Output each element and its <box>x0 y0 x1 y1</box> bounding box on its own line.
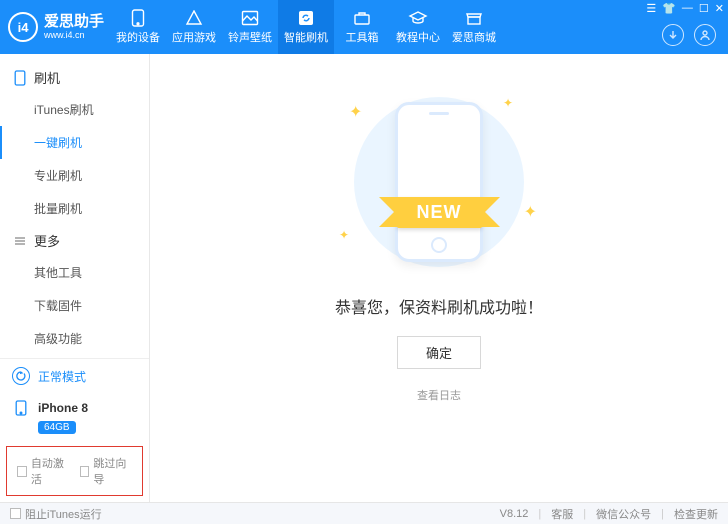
brand-url: www.i4.cn <box>44 31 104 40</box>
phone-outline-icon <box>12 70 28 86</box>
main-panel: ✦ ✦ ✦ ✦ NEW 恭喜您，保资料刷机成功啦！ 确定 查看日志 <box>150 54 728 502</box>
group-title: 更多 <box>34 231 60 250</box>
menu-icon[interactable]: ☰ <box>646 2 656 15</box>
nav-apps[interactable]: 应用游戏 <box>166 0 222 54</box>
title-bar: i4 爱思助手 www.i4.cn 我的设备 应用游戏 铃声壁纸 智能刷机 工具… <box>0 0 728 54</box>
sidebar-item-advanced[interactable]: 高级功能 <box>0 322 149 355</box>
block-itunes-checkbox[interactable]: 阻止iTunes运行 <box>10 506 102 522</box>
sidebar-item-download-fw[interactable]: 下载固件 <box>0 289 149 322</box>
nav-label: 智能刷机 <box>284 29 328 45</box>
nav-ringtones[interactable]: 铃声壁纸 <box>222 0 278 54</box>
checkbox-label: 自动激活 <box>31 455 70 487</box>
phone-illustration <box>395 102 483 262</box>
sidebar-item-pro-flash[interactable]: 专业刷机 <box>0 159 149 192</box>
device-row[interactable]: iPhone 8 <box>0 393 149 419</box>
brand-name: 爱思助手 <box>44 14 104 31</box>
sparkle-icon: ✦ <box>339 228 349 242</box>
image-icon <box>240 9 260 27</box>
nav-tools[interactable]: 工具箱 <box>334 0 390 54</box>
nav-label: 工具箱 <box>346 29 379 45</box>
new-ribbon: NEW <box>397 197 482 228</box>
refresh-icon <box>296 9 316 27</box>
view-log-link[interactable]: 查看日志 <box>417 387 461 403</box>
wechat-link[interactable]: 微信公众号 <box>596 506 651 522</box>
group-title: 刷机 <box>34 68 60 87</box>
nav-label: 我的设备 <box>116 29 160 45</box>
maximize-icon[interactable]: ☐ <box>699 2 709 15</box>
store-icon <box>464 9 484 27</box>
sidebar-item-batch-flash[interactable]: 批量刷机 <box>0 192 149 225</box>
download-button[interactable] <box>662 24 684 46</box>
success-headline: 恭喜您，保资料刷机成功啦！ <box>335 294 543 318</box>
storage-badge: 64GB <box>38 421 76 434</box>
bottom-options: 自动激活 跳过向导 <box>6 446 143 496</box>
check-update-link[interactable]: 检查更新 <box>674 506 718 522</box>
graduation-icon <box>408 9 428 27</box>
checkbox-label: 跳过向导 <box>93 455 132 487</box>
nav-flash[interactable]: 智能刷机 <box>278 0 334 54</box>
device-phone-icon <box>12 399 30 417</box>
mode-label: 正常模式 <box>38 368 86 385</box>
toolbox-icon <box>352 9 372 27</box>
sidebar: 刷机 iTunes刷机 一键刷机 专业刷机 批量刷机 更多 其他工具 下载固件 … <box>0 54 150 502</box>
nav-my-device[interactable]: 我的设备 <box>110 0 166 54</box>
ok-button[interactable]: 确定 <box>397 336 481 369</box>
sparkle-icon: ✦ <box>503 96 513 110</box>
apps-icon <box>184 9 204 27</box>
sidebar-item-onekey-flash[interactable]: 一键刷机 <box>0 126 149 159</box>
skin-icon[interactable]: 👕 <box>662 2 676 15</box>
menu-lines-icon <box>12 235 28 247</box>
user-button[interactable] <box>694 24 716 46</box>
close-icon[interactable]: ✕ <box>715 2 724 15</box>
window-controls: ☰ 👕 ― ☐ ✕ <box>646 2 724 15</box>
success-illustration: ✦ ✦ ✦ ✦ NEW <box>319 92 559 272</box>
nav-store[interactable]: 爱思商城 <box>446 0 502 54</box>
sparkle-icon: ✦ <box>524 202 537 222</box>
logo-block: i4 爱思助手 www.i4.cn <box>8 12 104 42</box>
nav-tutorials[interactable]: 教程中心 <box>390 0 446 54</box>
nav-label: 爱思商城 <box>452 29 496 45</box>
sidebar-item-itunes-flash[interactable]: iTunes刷机 <box>0 93 149 126</box>
nav-label: 教程中心 <box>396 29 440 45</box>
device-mode[interactable]: 正常模式 <box>0 359 149 393</box>
version-label: V8.12 <box>500 508 529 520</box>
support-link[interactable]: 客服 <box>551 506 573 522</box>
status-bar: 阻止iTunes运行 V8.12 | 客服 | 微信公众号 | 检查更新 <box>0 502 728 524</box>
sparkle-icon: ✦ <box>349 102 362 122</box>
minimize-icon[interactable]: ― <box>682 2 693 15</box>
sidebar-group-flash[interactable]: 刷机 <box>0 62 149 93</box>
sidebar-group-more[interactable]: 更多 <box>0 225 149 256</box>
auto-activate-checkbox[interactable]: 自动激活 <box>17 455 70 487</box>
phone-icon <box>128 9 148 27</box>
sidebar-item-other-tools[interactable]: 其他工具 <box>0 256 149 289</box>
brand-text: 爱思助手 www.i4.cn <box>44 14 104 40</box>
top-right-actions <box>662 24 716 46</box>
mode-icon <box>12 367 30 385</box>
checkbox-label: 阻止iTunes运行 <box>25 506 102 522</box>
skip-wizard-checkbox[interactable]: 跳过向导 <box>80 455 133 487</box>
nav-label: 应用游戏 <box>172 29 216 45</box>
top-nav: 我的设备 应用游戏 铃声壁纸 智能刷机 工具箱 教程中心 爱思商城 <box>110 0 502 54</box>
logo-icon: i4 <box>8 12 38 42</box>
device-name: iPhone 8 <box>38 401 88 415</box>
nav-label: 铃声壁纸 <box>228 29 272 45</box>
